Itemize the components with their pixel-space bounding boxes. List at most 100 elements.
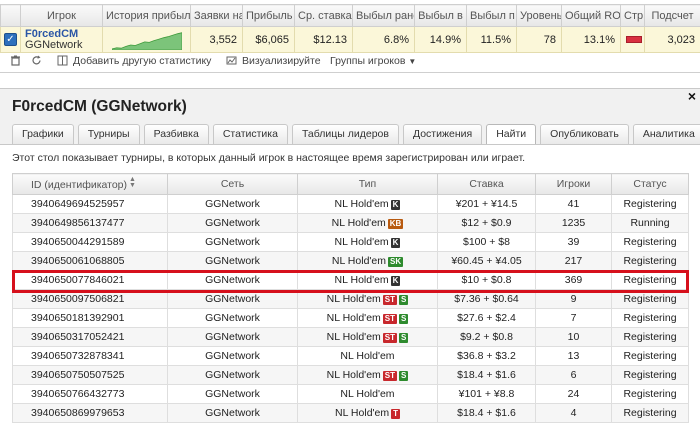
- status-cell: Registering: [611, 346, 689, 366]
- stats-column-header[interactable]: Выбыл п: [466, 4, 517, 27]
- tab-content: Этот стол показывает турниры, в которых …: [0, 144, 700, 434]
- players-cell-text: 1235: [561, 217, 586, 229]
- stat-count: 3,023: [644, 26, 700, 53]
- column-header[interactable]: Ставка: [437, 173, 536, 195]
- network-cell-text: GGNetwork: [205, 312, 260, 324]
- stats-column-header[interactable]: Прибыль: [242, 4, 295, 27]
- tournament-id: 3940650869979653: [12, 403, 168, 423]
- type-cell-text: NL Hold'em: [334, 198, 389, 210]
- table-row[interactable]: 3940650766432773 GGNetwork NL Hold'em ¥101 …: [12, 384, 689, 404]
- status-cell: Registering: [611, 403, 689, 423]
- stats-column-header[interactable]: История прибыли: [102, 4, 191, 27]
- row-checkbox-cell[interactable]: ✓: [0, 26, 21, 53]
- stat-mid: 14.9%: [414, 26, 467, 53]
- table-row[interactable]: 3940650061068805 GGNetwork NL Hold'em SK ¥60…: [12, 251, 689, 271]
- type-cell: NL Hold'em: [297, 384, 438, 404]
- tab-9[interactable]: Аналитика: [632, 124, 700, 144]
- status-cell-text: Registering: [623, 274, 677, 286]
- table-row[interactable]: 3940650097506821 GGNetwork NL Hold'em ST S $7…: [12, 289, 689, 309]
- column-header-label: Игроки: [556, 178, 591, 190]
- column-header[interactable]: Сеть: [167, 173, 298, 195]
- stats-column-header[interactable]: Общий ROI: [561, 4, 621, 27]
- network-cell: GGNetwork: [167, 384, 298, 404]
- type-cell: NL Hold'em SK: [297, 251, 438, 271]
- table-row[interactable]: 3940649856137477 GGNetwork NL Hold'em KB $12…: [12, 213, 689, 233]
- network-cell: GGNetwork: [167, 270, 298, 290]
- stake-cell: $18.4 + $1.6: [437, 403, 536, 423]
- type-cell-text: NL Hold'em: [326, 331, 381, 343]
- status-cell: Registering: [611, 384, 689, 404]
- stats-column-header[interactable]: Уровень: [516, 4, 562, 27]
- trash-icon[interactable]: [10, 53, 26, 69]
- stats-column-header[interactable]: Ср. ставка: [294, 4, 353, 27]
- table-row[interactable]: 3940650077846021 GGNetwork NL Hold'em K $10 …: [12, 270, 689, 290]
- tournament-id-text: 3940650766432773: [31, 388, 125, 400]
- stats-column-header[interactable]: Заявки на: [190, 4, 243, 27]
- add-column-icon: [57, 55, 68, 66]
- stake-cell: $10 + $0.8: [437, 270, 536, 290]
- table-row[interactable]: 3940650044291589 GGNetwork NL Hold'em K $100…: [12, 232, 689, 252]
- tab-3[interactable]: Разбивка: [143, 124, 209, 144]
- stats-column-header[interactable]: Подсчет: [644, 4, 700, 27]
- players-cell: 369: [535, 270, 612, 290]
- tab-2[interactable]: Турниры: [77, 124, 140, 144]
- refresh-icon[interactable]: [31, 53, 47, 69]
- tournament-type-badge-icon: S: [399, 295, 409, 305]
- status-cell: Registering: [611, 289, 689, 309]
- stats-column-header[interactable]: Выбыл ранее: [352, 4, 415, 27]
- table-row[interactable]: 3940650181392901 GGNetwork NL Hold'em ST S $2…: [12, 308, 689, 328]
- stat-avg-stake: $12.13: [294, 26, 353, 53]
- tournament-id-text: 3940650181392901: [31, 312, 125, 324]
- tournament-id: 3940650732878341: [12, 346, 168, 366]
- network-cell: GGNetwork: [167, 232, 298, 252]
- tab-6[interactable]: Достижения: [402, 124, 483, 144]
- column-header[interactable]: ID (идентификатор) ▲ ▼: [12, 173, 168, 195]
- player-cell[interactable]: F0rcedCM GGNetwork: [20, 26, 103, 53]
- tab-1[interactable]: Графики: [12, 124, 74, 144]
- tab-7[interactable]: Найти: [486, 124, 537, 145]
- stake-cell: ¥101 + ¥8.8: [437, 384, 536, 404]
- sort-icon[interactable]: ▲ ▼: [129, 176, 136, 189]
- stats-column-header[interactable]: Стр: [620, 4, 645, 27]
- players-cell: 4: [535, 403, 612, 423]
- table-row[interactable]: 3940650750507525 GGNetwork NL Hold'em ST S $1…: [12, 365, 689, 385]
- tournament-id-text: 3940650750507525: [31, 369, 125, 381]
- column-header[interactable]: Тип: [297, 173, 438, 195]
- stake-cell-text: ¥60.45 + ¥4.05: [451, 255, 522, 267]
- tab-8[interactable]: Опубликовать: [540, 124, 629, 144]
- type-cell: NL Hold'em: [297, 346, 438, 366]
- status-cell: Registering: [611, 270, 689, 290]
- stats-player-row[interactable]: ✓ F0rcedCM GGNetwork 3,552 $6,065 $12.13…: [0, 26, 700, 53]
- player-groups-dropdown[interactable]: Группы игроков ▼: [330, 53, 416, 69]
- tab-5[interactable]: Таблицы лидеров: [291, 124, 399, 144]
- type-cell-text: NL Hold'em: [331, 255, 386, 267]
- stats-header-checkbox: [0, 4, 21, 27]
- table-row[interactable]: 3940650869979653 GGNetwork NL Hold'em T $18.…: [12, 403, 689, 423]
- table-row[interactable]: 3940649694525957 GGNetwork NL Hold'em K ¥201…: [12, 194, 689, 214]
- table-row[interactable]: 3940650732878341 GGNetwork NL Hold'em $36.8…: [12, 346, 689, 366]
- add-statistic-button[interactable]: Добавить другую статистику: [57, 53, 211, 69]
- tab-4[interactable]: Статистика: [212, 124, 288, 144]
- network-cell: GGNetwork: [167, 289, 298, 309]
- stake-cell: ¥201 + ¥14.5: [437, 194, 536, 214]
- player-name-link[interactable]: F0rcedCM: [25, 28, 97, 40]
- stats-column-header[interactable]: Игрок: [20, 4, 103, 27]
- table-row[interactable]: 3940650317052421 GGNetwork NL Hold'em ST S $9…: [12, 327, 689, 347]
- column-header[interactable]: Статус: [611, 173, 689, 195]
- tournament-id: 3940650044291589: [12, 232, 168, 252]
- type-cell: NL Hold'em ST S: [297, 365, 438, 385]
- column-header[interactable]: Игроки: [535, 173, 612, 195]
- panel-title: F0rcedCM (GGNetwork): [12, 98, 187, 115]
- tournament-type-badge-icon: ST: [382, 314, 398, 324]
- type-cell-text: NL Hold'em: [334, 274, 389, 286]
- stats-column-header[interactable]: Выбыл в: [414, 4, 467, 27]
- close-icon[interactable]: ×: [688, 89, 696, 103]
- stake-cell-text: $18.4 + $1.6: [457, 369, 516, 381]
- add-statistic-label: Добавить другую статистику: [73, 55, 212, 67]
- visualize-button[interactable]: Визуализируйте: [226, 53, 321, 69]
- checkbox-checked-icon[interactable]: ✓: [4, 33, 17, 46]
- players-cell-text: 24: [567, 388, 580, 400]
- players-cell-text: 4: [570, 407, 577, 419]
- network-cell-text: GGNetwork: [205, 331, 260, 343]
- players-cell-text: 13: [567, 350, 580, 362]
